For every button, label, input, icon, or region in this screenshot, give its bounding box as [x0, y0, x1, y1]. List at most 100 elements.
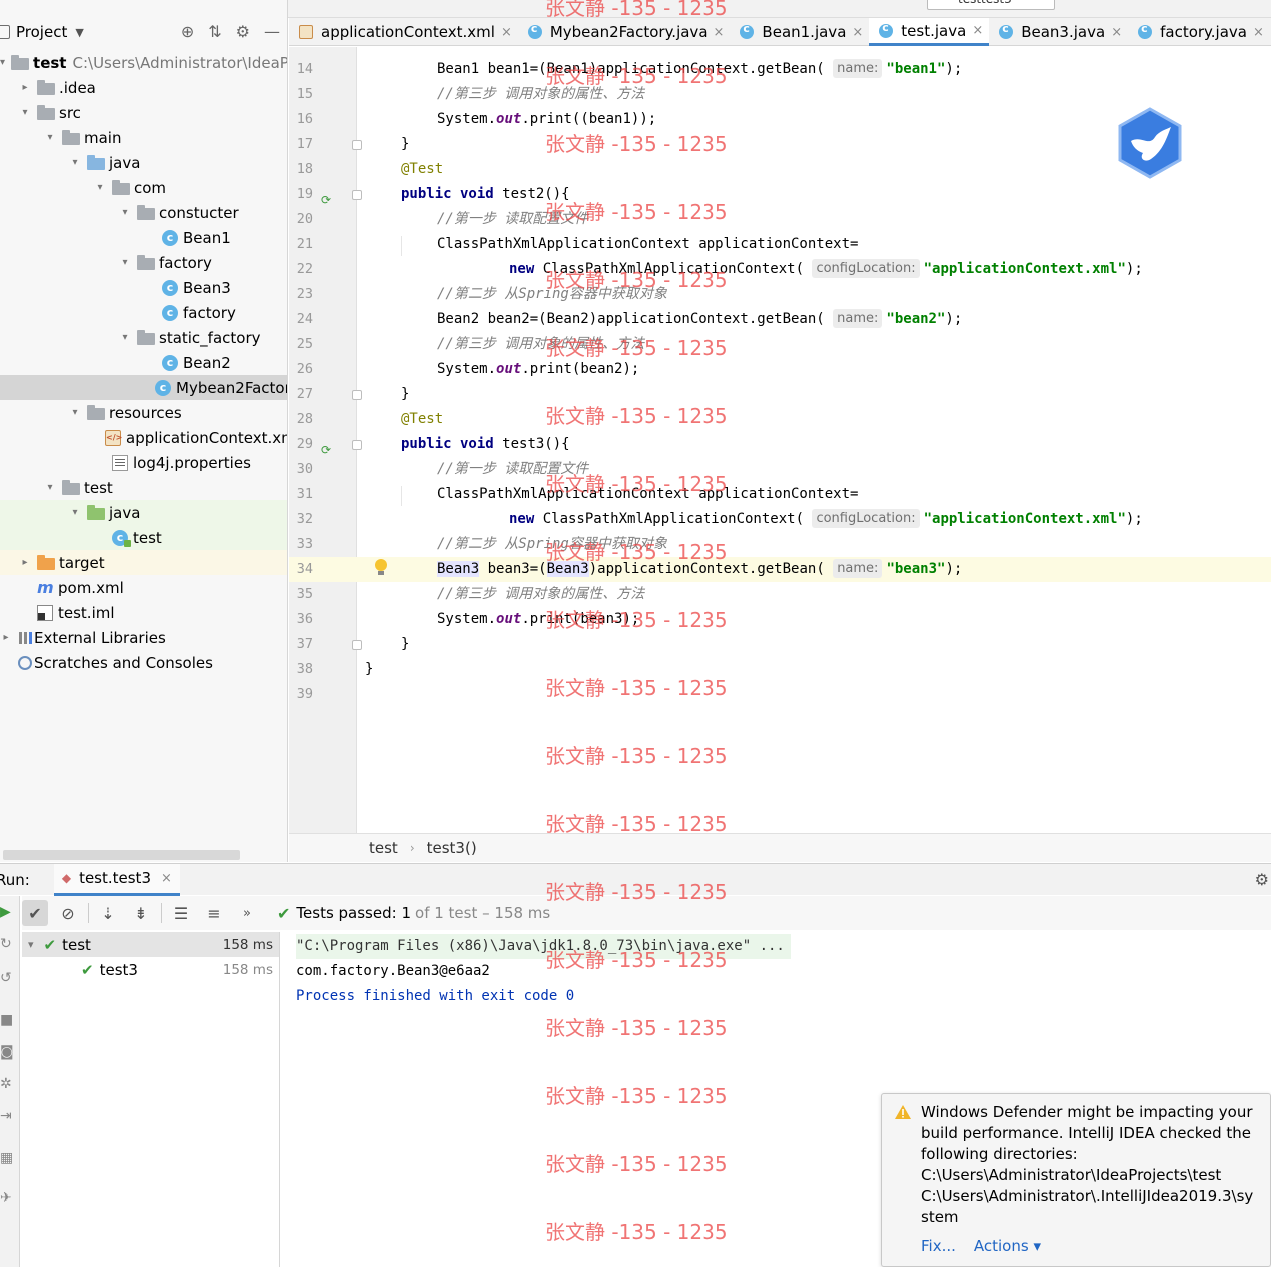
chevron-down-icon[interactable]: ▾: [119, 332, 131, 343]
tree-item-label: Bean1: [183, 228, 231, 247]
collapse-all-icon[interactable]: ≡: [201, 900, 227, 926]
run-tab[interactable]: ◆ test.test3 ×: [53, 863, 180, 896]
tree-item[interactable]: ▸Scratches and Consoles: [0, 650, 287, 675]
tree-item[interactable]: ▾ java: [0, 150, 287, 175]
console-command-line[interactable]: "C:\Program Files (x86)\Java\jdk1.8.0_73…: [296, 934, 791, 959]
chevron-down-icon[interactable]: ▾: [0, 57, 5, 68]
tree-item[interactable]: ▾ main: [0, 125, 287, 150]
stop-icon[interactable]: ■: [0, 1012, 14, 1028]
test-result-row[interactable]: ▾ ✔ test 158 ms: [22, 932, 279, 957]
fold-marker-icon[interactable]: [352, 390, 362, 400]
chevron-down-icon[interactable]: ▾: [69, 157, 81, 168]
chevron-down-icon[interactable]: ▾: [19, 107, 31, 118]
pin-icon[interactable]: ✈: [0, 1190, 14, 1206]
tree-item-label: src: [59, 103, 81, 122]
close-icon[interactable]: ×: [1111, 25, 1122, 40]
expand-all-icon[interactable]: ☰: [168, 900, 194, 926]
tree-item[interactable]: ▾ resources: [0, 400, 287, 425]
tree-item[interactable]: ▸cfactory: [0, 300, 287, 325]
breadcrumb-class[interactable]: test: [369, 839, 398, 857]
lightbulb-icon[interactable]: [375, 559, 387, 575]
fold-marker-icon[interactable]: [352, 140, 362, 150]
locate-icon[interactable]: ⊕: [181, 22, 194, 41]
actions-link[interactable]: Actions ▾: [974, 1237, 1041, 1255]
tree-item[interactable]: ▾ test C:\Users\Administrator\IdeaProje: [0, 50, 287, 75]
show-passed-icon[interactable]: ✔: [22, 900, 48, 926]
camera-icon[interactable]: ◙: [0, 1044, 14, 1060]
tree-item[interactable]: ▸ target: [0, 550, 287, 575]
gear-icon[interactable]: ⚙: [1255, 870, 1269, 889]
run-test-icon[interactable]: ⟳: [321, 438, 335, 457]
tree-item[interactable]: ▸cBean2: [0, 350, 287, 375]
settings-icon[interactable]: ✲: [0, 1076, 14, 1092]
fold-marker-icon[interactable]: [352, 190, 362, 200]
more-icon[interactable]: »: [234, 900, 260, 926]
import-icon[interactable]: ⇥: [0, 1108, 14, 1124]
rerun-icon[interactable]: ▶: [0, 904, 14, 920]
toggle-auto-test-icon[interactable]: ↺: [0, 970, 14, 986]
chevron-down-icon[interactable]: ▾: [69, 407, 81, 418]
chevron-down-icon[interactable]: ▾: [28, 938, 34, 951]
run-configuration-selector[interactable]: testtest3: [927, 0, 1055, 10]
close-icon[interactable]: ×: [1253, 25, 1264, 40]
code-token: }: [401, 386, 410, 402]
chevron-down-icon[interactable]: ▾: [69, 507, 81, 518]
tree-item[interactable]: ▸log4j.properties: [0, 450, 287, 475]
chevron-right-icon[interactable]: ▸: [19, 82, 31, 93]
fix-link[interactable]: Fix...: [921, 1237, 956, 1255]
tree-item[interactable]: ▸test.iml: [0, 600, 287, 625]
gear-icon[interactable]: ⚙: [236, 22, 250, 41]
tree-item[interactable]: ▸mpom.xml: [0, 575, 287, 600]
tree-item[interactable]: ▸cMybean2Factory: [0, 375, 288, 400]
rerun-failed-icon[interactable]: ↻: [0, 936, 14, 952]
breadcrumb-method[interactable]: test3(): [427, 839, 477, 857]
chevron-down-icon[interactable]: ▾: [119, 207, 131, 218]
code-line: 34 Bean3 bean3=(Bean3)applicationContext.…: [289, 557, 1271, 582]
tree-item[interactable]: ▸ctest: [0, 525, 287, 550]
editor-tab[interactable]: applicationContext.xml ×: [289, 18, 518, 46]
sort-alphabetically-icon[interactable]: ⇣: [95, 900, 121, 926]
project-view-selector[interactable]: Project ▼: [0, 23, 84, 41]
tree-item-label: Mybean2Factory: [176, 378, 288, 397]
tree-item[interactable]: ▸cBean1: [0, 225, 287, 250]
tree-item[interactable]: ▾ constucter: [0, 200, 287, 225]
editor-tab[interactable]: factory.java ×: [1128, 18, 1270, 46]
close-icon[interactable]: ×: [501, 25, 512, 40]
tree-item[interactable]: ▸applicationContext.xml: [0, 425, 287, 450]
tree-item[interactable]: ▾ factory: [0, 250, 287, 275]
editor-tab[interactable]: test.java ×: [869, 18, 990, 46]
tree-item[interactable]: ▸ External Libraries: [0, 625, 287, 650]
tree-item[interactable]: ▾ static_factory: [0, 325, 287, 350]
chevron-down-icon[interactable]: ▾: [94, 182, 106, 193]
collapse-all-icon[interactable]: ⇅: [208, 22, 221, 41]
horizontal-scrollbar[interactable]: [3, 850, 240, 860]
editor-tab[interactable]: Mybean2Factory.java ×: [518, 18, 731, 46]
minimize-icon[interactable]: —: [264, 22, 280, 41]
chevron-down-icon[interactable]: ▾: [119, 257, 131, 268]
tree-item[interactable]: ▸cBean3: [0, 275, 287, 300]
chevron-right-icon[interactable]: ▸: [0, 632, 12, 643]
tree-item-label: test: [133, 528, 162, 547]
fold-marker-icon[interactable]: [352, 440, 362, 450]
close-icon[interactable]: ×: [972, 23, 983, 38]
close-icon[interactable]: ×: [161, 871, 172, 886]
chevron-down-icon[interactable]: ▾: [44, 132, 56, 143]
tree-item[interactable]: ▾ test: [0, 475, 287, 500]
tree-item[interactable]: ▸ .idea: [0, 75, 287, 100]
chevron-down-icon[interactable]: ▾: [44, 482, 56, 493]
code-editor[interactable]: 14 Bean1 bean1=(Bean1)applicationContext.…: [289, 47, 1271, 833]
editor-tab[interactable]: Bean1.java ×: [730, 18, 869, 46]
sort-by-duration-icon[interactable]: ⇟: [128, 900, 154, 926]
show-ignored-icon[interactable]: ⊘: [55, 900, 81, 926]
tree-item[interactable]: ▾ src: [0, 100, 287, 125]
close-icon[interactable]: ×: [714, 25, 725, 40]
tree-item[interactable]: ▾ com: [0, 175, 287, 200]
fold-marker-icon[interactable]: [352, 640, 362, 650]
editor-tab[interactable]: Bean3.java ×: [989, 18, 1128, 46]
run-test-icon[interactable]: ⟳: [321, 188, 335, 207]
chevron-right-icon[interactable]: ▸: [19, 557, 31, 568]
close-icon[interactable]: ×: [852, 25, 863, 40]
test-result-row[interactable]: ✔ test3 158 ms: [22, 957, 279, 982]
layout-icon[interactable]: ▦: [0, 1150, 14, 1166]
tree-item[interactable]: ▾ java: [0, 500, 287, 525]
